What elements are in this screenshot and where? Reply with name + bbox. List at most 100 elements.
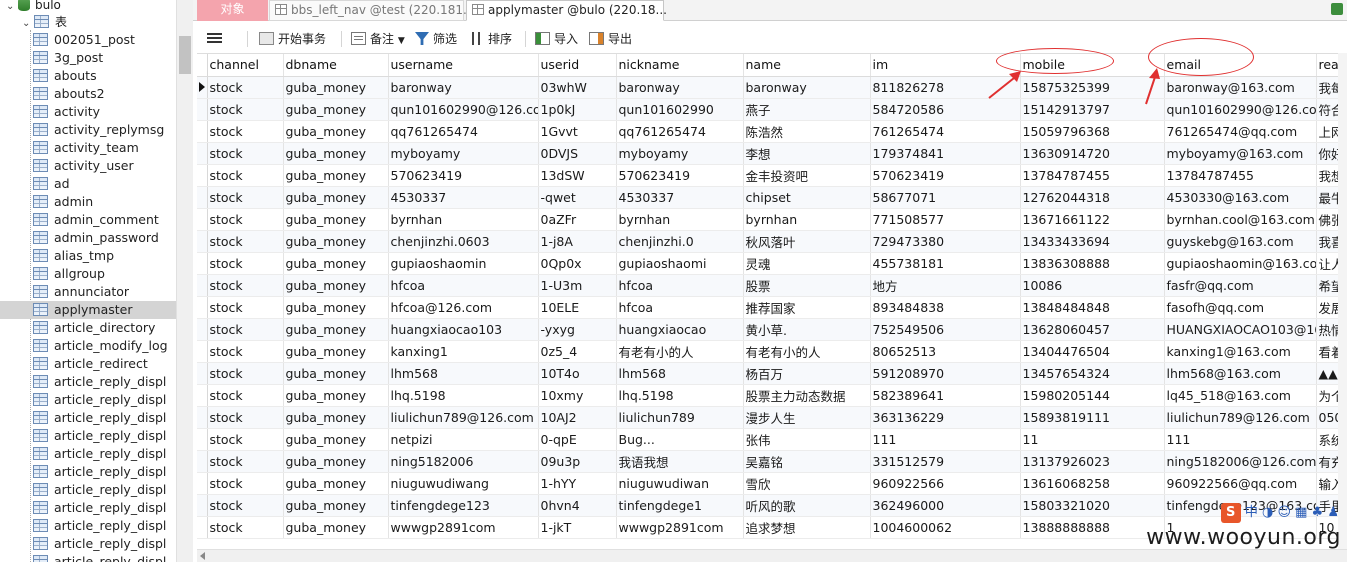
table-cell-nickname[interactable]: Bug... xyxy=(616,428,744,451)
table-row[interactable]: stock guba_money 570623419 13dSW 570623419 金丰… xyxy=(197,164,1347,187)
table-cell-name[interactable]: 金丰投资吧 xyxy=(743,164,871,187)
table-cell-im[interactable]: 455738181 xyxy=(870,252,1021,275)
row-indicator[interactable] xyxy=(197,340,208,363)
table-list-item[interactable]: article_reply_displ xyxy=(33,535,176,553)
table-cell-email[interactable]: 4530330@163.com xyxy=(1164,186,1317,209)
table-cell-im[interactable]: 752549506 xyxy=(870,318,1021,341)
table-cell-channel[interactable]: stock xyxy=(207,494,284,517)
table-cell-nickname[interactable]: 有老有小的人 xyxy=(616,340,744,363)
table-list-item[interactable]: ad xyxy=(33,175,176,193)
table-cell-mobile[interactable]: 15893819111 xyxy=(1020,406,1165,429)
column-header-dbname[interactable]: dbname xyxy=(283,54,389,77)
table-cell-nickname[interactable]: 4530337 xyxy=(616,186,744,209)
table-cell-mobile[interactable]: 13457654324 xyxy=(1020,362,1165,385)
column-header-im[interactable]: im xyxy=(870,54,1021,77)
table-cell-channel[interactable]: stock xyxy=(207,362,284,385)
table-cell-username[interactable]: wwwgp2891com xyxy=(388,516,539,539)
table-cell-im[interactable]: 729473380 xyxy=(870,230,1021,253)
column-header-nickname[interactable]: nickname xyxy=(616,54,744,77)
table-cell-im[interactable]: 362496000 xyxy=(870,494,1021,517)
table-list-item[interactable]: article_redirect xyxy=(33,355,176,373)
sort-button[interactable]: 排序 xyxy=(469,29,512,49)
table-cell-email[interactable]: lq45_518@163.com xyxy=(1164,384,1317,407)
table-cell-im[interactable]: 761265474 xyxy=(870,120,1021,143)
table-list-item[interactable]: activity_user xyxy=(33,157,176,175)
table-cell-dbname[interactable]: guba_money xyxy=(283,186,389,209)
filter-button[interactable]: 筛选 xyxy=(415,29,457,49)
row-indicator[interactable] xyxy=(197,76,208,99)
table-list-item[interactable]: article_directory xyxy=(33,319,176,337)
table-cell-mobile[interactable]: 13628060457 xyxy=(1020,318,1165,341)
table-row[interactable]: stock guba_money niuguwudiwang 1-hYY niuguwu… xyxy=(197,472,1347,495)
table-cell-name[interactable]: 股票主力动态数据 xyxy=(743,384,871,407)
table-cell-mobile[interactable]: 13433433694 xyxy=(1020,230,1165,253)
row-indicator[interactable] xyxy=(197,472,208,495)
table-cell-nickname[interactable]: lhq.5198 xyxy=(616,384,744,407)
table-cell-name[interactable]: 黄小草. xyxy=(743,318,871,341)
table-cell-userid[interactable]: 10AJ2 xyxy=(538,406,617,429)
table-cell-userid[interactable]: 09u3p xyxy=(538,450,617,473)
table-list-item[interactable]: alias_tmp xyxy=(33,247,176,265)
table-cell-channel[interactable]: stock xyxy=(207,120,284,143)
menu-button[interactable] xyxy=(207,29,226,49)
table-cell-nickname[interactable]: chenjinzhi.0 xyxy=(616,230,744,253)
column-header-email[interactable]: email xyxy=(1164,54,1317,77)
table-cell-username[interactable]: lhq.5198 xyxy=(388,384,539,407)
table-row[interactable]: stock guba_money 4530337 -qwet 4530337 chipse… xyxy=(197,186,1347,209)
column-header-userid[interactable]: userid xyxy=(538,54,617,77)
table-list-item[interactable]: 3g_post xyxy=(33,49,176,67)
table-cell-userid[interactable]: 0aZFr xyxy=(538,208,617,231)
table-cell-username[interactable]: chenjinzhi.0603 xyxy=(388,230,539,253)
tree-database-node[interactable]: ⌄ bulo xyxy=(6,0,61,14)
table-cell-im[interactable]: 58677071 xyxy=(870,186,1021,209)
table-cell-dbname[interactable]: guba_money xyxy=(283,318,389,341)
tab-objects[interactable]: 对象 xyxy=(197,0,268,21)
row-indicator[interactable] xyxy=(197,142,208,165)
table-cell-name[interactable]: 杨百万 xyxy=(743,362,871,385)
table-row[interactable]: stock guba_money byrnhan 0aZFr byrnhan byrnha… xyxy=(197,208,1347,231)
table-cell-username[interactable]: baronway xyxy=(388,76,539,99)
table-cell-userid[interactable]: 03whW xyxy=(538,76,617,99)
grid-horizontal-scrollbar[interactable] xyxy=(197,549,1347,562)
table-cell-channel[interactable]: stock xyxy=(207,164,284,187)
table-cell-channel[interactable]: stock xyxy=(207,340,284,363)
table-cell-im[interactable]: 80652513 xyxy=(870,340,1021,363)
table-cell-nickname[interactable]: myboyamy xyxy=(616,142,744,165)
table-cell-nickname[interactable]: huangxiaocao xyxy=(616,318,744,341)
table-cell-channel[interactable]: stock xyxy=(207,472,284,495)
table-cell-name[interactable]: 秋风落叶 xyxy=(743,230,871,253)
table-cell-nickname[interactable]: hfcoa xyxy=(616,296,744,319)
table-cell-nickname[interactable]: niuguwudiwan xyxy=(616,472,744,495)
table-cell-userid[interactable]: 10xmy xyxy=(538,384,617,407)
row-indicator[interactable] xyxy=(197,516,208,539)
table-list-item[interactable]: annunciator xyxy=(33,283,176,301)
table-cell-email[interactable]: baronway@163.com xyxy=(1164,76,1317,99)
table-row[interactable]: stock guba_money chenjinzhi.0603 1-j8A chenj… xyxy=(197,230,1347,253)
table-cell-username[interactable]: hfcoa@126.com xyxy=(388,296,539,319)
table-cell-dbname[interactable]: guba_money xyxy=(283,98,389,121)
table-cell-mobile[interactable]: 15142913797 xyxy=(1020,98,1165,121)
table-cell-channel[interactable]: stock xyxy=(207,384,284,407)
row-indicator[interactable] xyxy=(197,318,208,341)
table-cell-mobile[interactable]: 11 xyxy=(1020,428,1165,451)
table-row[interactable]: stock guba_money kanxing1 0z5_4 有老有小的人 有老有小的人… xyxy=(197,340,1347,363)
table-cell-channel[interactable]: stock xyxy=(207,428,284,451)
table-row[interactable]: stock guba_money netpizi 0-qpE Bug... 张伟 111 11… xyxy=(197,428,1347,451)
table-cell-userid[interactable]: 1-U3m xyxy=(538,274,617,297)
table-cell-nickname[interactable]: 我语我想 xyxy=(616,450,744,473)
table-list-item[interactable]: article_reply_displ xyxy=(33,409,176,427)
table-cell-im[interactable]: 591208970 xyxy=(870,362,1021,385)
table-cell-dbname[interactable]: guba_money xyxy=(283,208,389,231)
chevron-down-icon[interactable]: ⌄ xyxy=(22,15,34,33)
table-cell-mobile[interactable]: 13404476504 xyxy=(1020,340,1165,363)
table-row[interactable]: stock guba_money myboyamy 0DVJS myboyamy 李想 17… xyxy=(197,142,1347,165)
table-cell-im[interactable]: 811826278 xyxy=(870,76,1021,99)
table-cell-channel[interactable]: stock xyxy=(207,208,284,231)
table-cell-userid[interactable]: 1p0kJ xyxy=(538,98,617,121)
table-cell-name[interactable]: 燕子 xyxy=(743,98,871,121)
table-cell-im[interactable]: 960922566 xyxy=(870,472,1021,495)
table-cell-email[interactable]: guyskebg@163.com xyxy=(1164,230,1317,253)
table-cell-name[interactable]: chipset xyxy=(743,186,871,209)
table-cell-userid[interactable]: 0-qpE xyxy=(538,428,617,451)
row-indicator[interactable] xyxy=(197,428,208,451)
